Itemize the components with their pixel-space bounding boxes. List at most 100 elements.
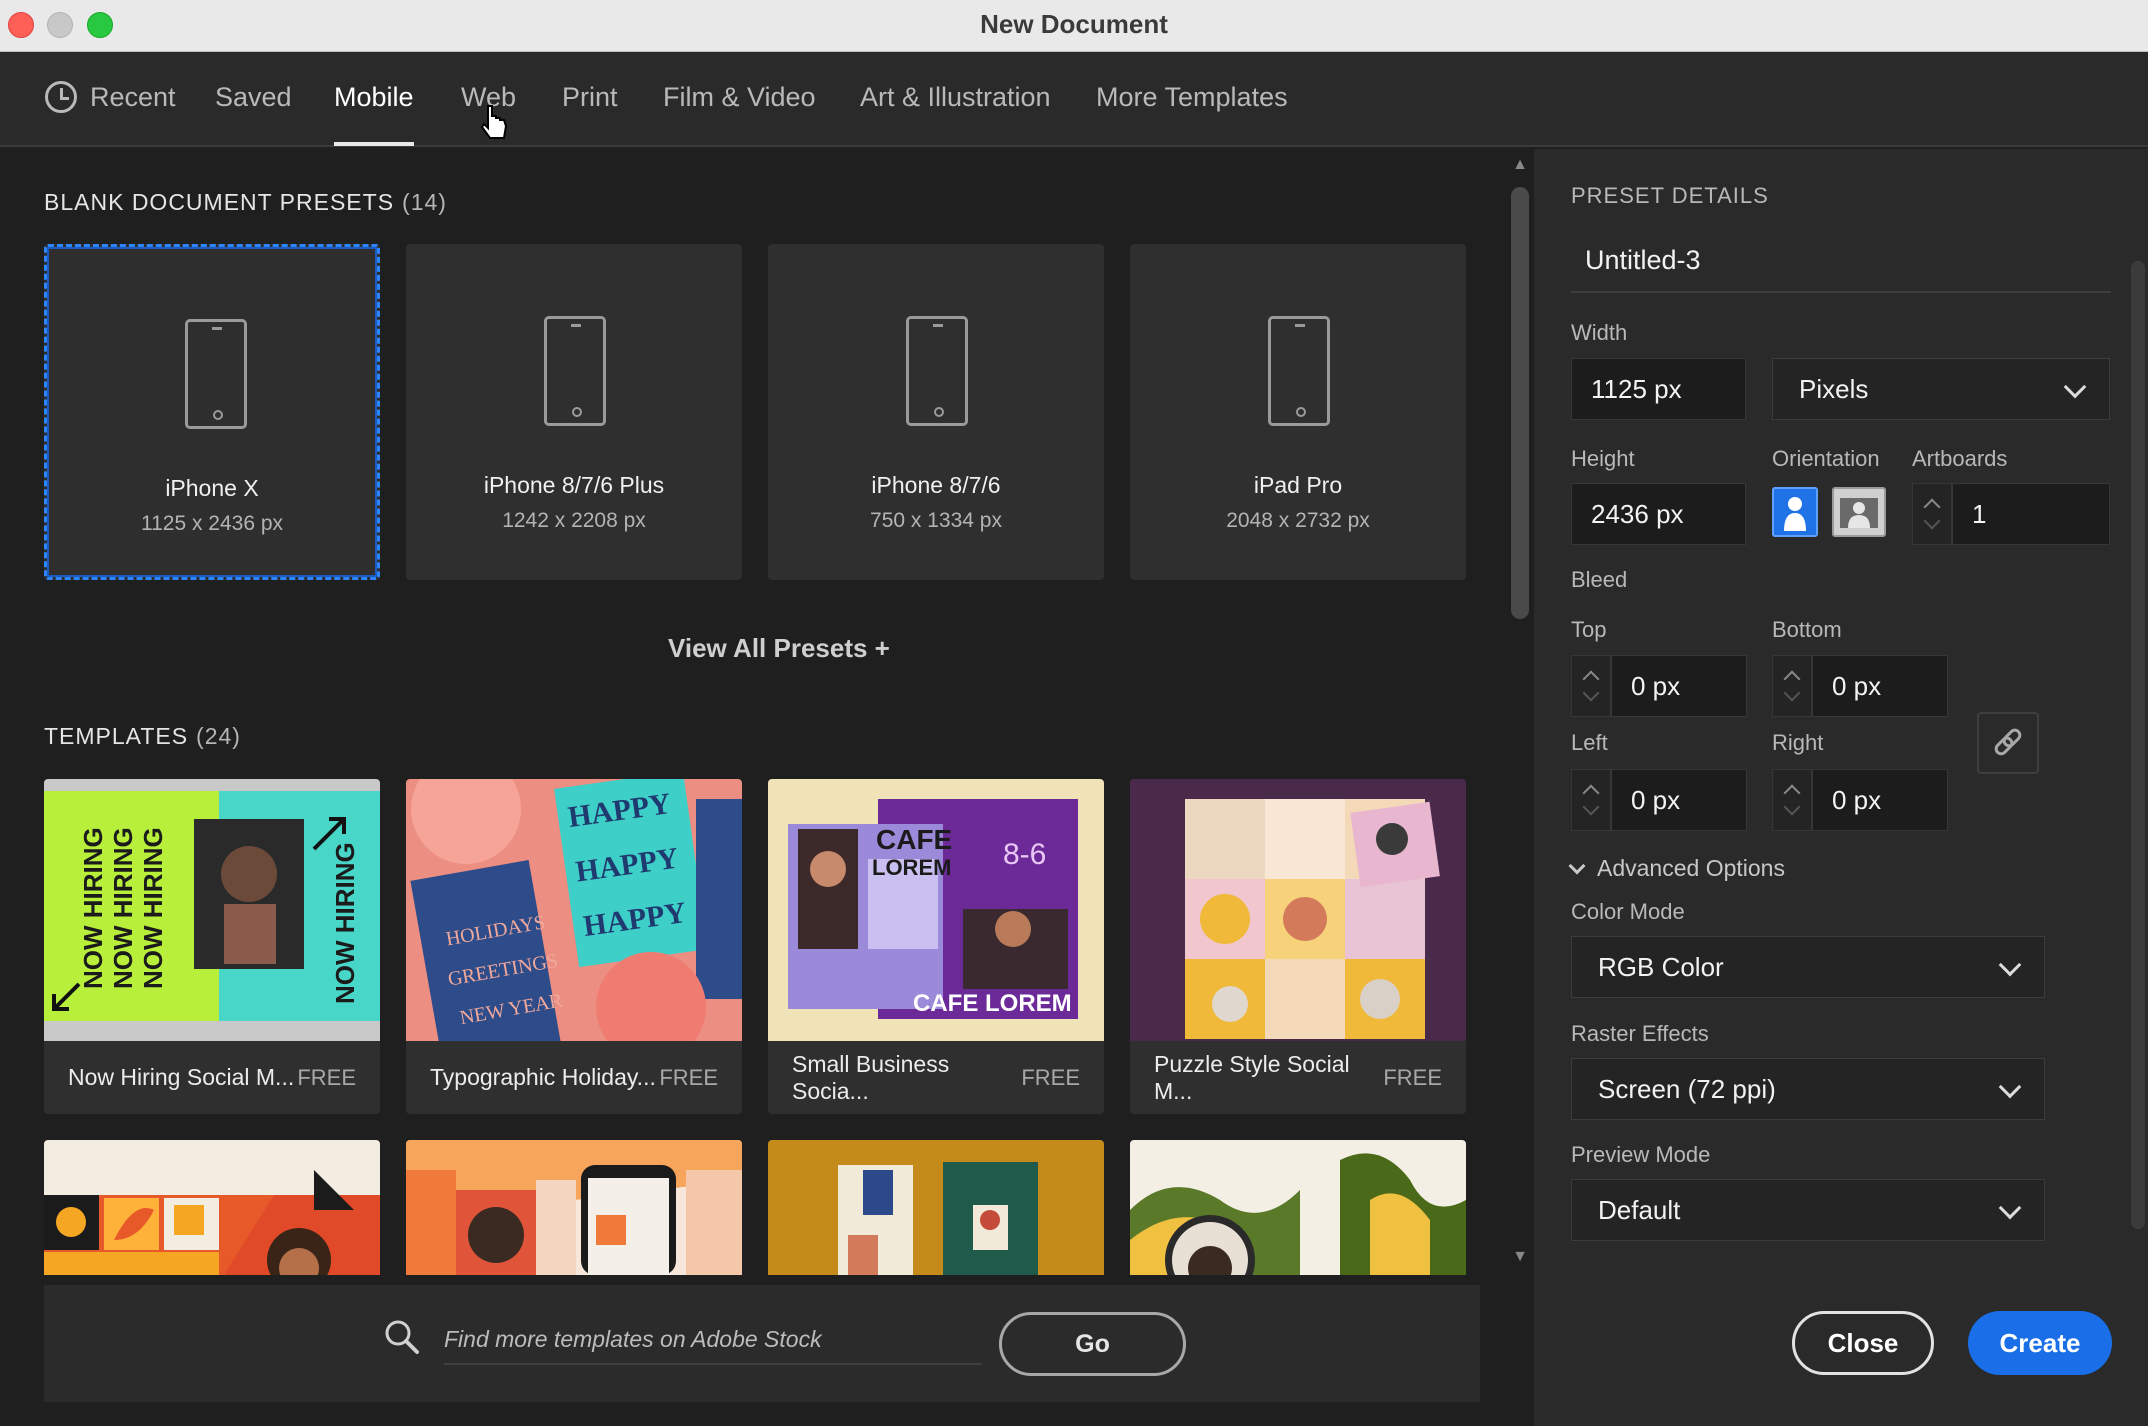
- templates-heading: TEMPLATES (24): [44, 723, 241, 749]
- tab-print[interactable]: Print: [562, 82, 618, 113]
- bleed-top-field[interactable]: 0 px: [1611, 655, 1747, 717]
- preset-details-heading: PRESET DETAILS: [1571, 183, 1769, 208]
- scroll-down-icon[interactable]: ▼: [1512, 1249, 1528, 1265]
- preset-card-ipad-pro[interactable]: iPad Pro 2048 x 2732 px: [1130, 244, 1466, 580]
- price-badge: FREE: [659, 1064, 718, 1090]
- scrollbar-thumb[interactable]: [1511, 187, 1529, 619]
- svg-text:CAFE: CAFE: [876, 824, 952, 855]
- template-card-partial[interactable]: [406, 1140, 742, 1275]
- price-badge: FREE: [297, 1064, 356, 1090]
- artboards-field[interactable]: 1: [1952, 483, 2110, 545]
- artboards-stepper[interactable]: [1912, 483, 1952, 545]
- template-card-partial[interactable]: [44, 1140, 380, 1275]
- preset-name: iPad Pro: [1253, 472, 1343, 498]
- units-select[interactable]: Pixels: [1772, 358, 2110, 420]
- svg-text:NOW HIRING: NOW HIRING: [330, 842, 360, 1004]
- bleed-label: Bleed: [1571, 567, 1628, 592]
- preset-card-iphone-8[interactable]: iPhone 8/7/6 750 x 1334 px: [768, 244, 1104, 580]
- template-name: Typographic Holiday...: [430, 1064, 656, 1090]
- view-all-presets-link[interactable]: View All Presets +: [668, 633, 890, 664]
- color-mode-select[interactable]: RGB Color: [1571, 936, 2045, 998]
- units-value: Pixels: [1799, 374, 1869, 404]
- chevron-down-icon: [1568, 857, 1586, 875]
- svg-text:NOW HIRING: NOW HIRING: [108, 827, 138, 989]
- bleed-right-stepper[interactable]: [1772, 769, 1812, 831]
- template-caption: Typographic Holiday... FREE: [406, 1041, 742, 1114]
- link-icon: [1994, 728, 2022, 756]
- bleed-top-stepper[interactable]: [1571, 655, 1611, 717]
- height-field[interactable]: 2436 px: [1571, 483, 1746, 545]
- bleed-right-field[interactable]: 0 px: [1812, 769, 1948, 831]
- create-button[interactable]: Create: [1968, 1311, 2112, 1375]
- preview-mode-value: Default: [1598, 1195, 1681, 1225]
- scrollbar-thumb[interactable]: [2131, 261, 2145, 1229]
- presets-scrollbar[interactable]: ▲ ▼: [1508, 149, 1534, 1274]
- bleed-bottom-field[interactable]: 0 px: [1812, 655, 1948, 717]
- template-caption: Now Hiring Social M... FREE: [44, 1041, 380, 1114]
- svg-text:NOW HIRING: NOW HIRING: [78, 827, 108, 989]
- template-card-partial[interactable]: [768, 1140, 1104, 1275]
- preset-size: 750 x 1334 px: [870, 509, 1002, 532]
- document-name-input[interactable]: [1571, 229, 2111, 293]
- template-card-typographic-holiday[interactable]: HAPPY HAPPY HAPPY HOLIDAYS GREETINGS NEW…: [406, 779, 742, 1114]
- preview-mode-label: Preview Mode: [1571, 1142, 1711, 1167]
- close-button[interactable]: Close: [1792, 1311, 1934, 1375]
- tab-art-illustration[interactable]: Art & Illustration: [860, 82, 1051, 113]
- tab-film-video[interactable]: Film & Video: [663, 82, 816, 113]
- clock-icon[interactable]: [45, 81, 77, 113]
- artboards-label: Artboards: [1912, 446, 2008, 471]
- chevron-down-icon: [1998, 1075, 2022, 1099]
- portrait-person-icon: [1784, 497, 1806, 531]
- template-name: Now Hiring Social M...: [68, 1064, 295, 1090]
- preset-card-iphone-x[interactable]: iPhone X 1125 x 2436 px: [44, 244, 380, 580]
- bleed-top-label: Top: [1571, 617, 1607, 642]
- tab-recent[interactable]: Recent: [90, 82, 176, 113]
- link-bleed-button[interactable]: [1977, 712, 2039, 774]
- preset-size: 1125 x 2436 px: [140, 512, 284, 535]
- template-caption: Puzzle Style Social M... FREE: [1130, 1041, 1466, 1114]
- orientation-label: Orientation: [1772, 446, 1880, 471]
- preview-mode-select[interactable]: Default: [1571, 1179, 2045, 1241]
- raster-effects-select[interactable]: Screen (72 ppi): [1571, 1058, 2045, 1120]
- go-button[interactable]: Go: [999, 1312, 1186, 1376]
- stock-search-input[interactable]: [444, 1315, 982, 1365]
- template-card-partial[interactable]: [1130, 1140, 1466, 1275]
- blank-presets-heading: BLANK DOCUMENT PRESETS (14): [44, 189, 447, 215]
- window-title: New Document: [980, 9, 1168, 39]
- color-mode-label: Color Mode: [1571, 899, 1685, 924]
- raster-effects-value: Screen (72 ppi): [1598, 1074, 1776, 1104]
- template-card-now-hiring[interactable]: NOW HIRING NOW HIRING NOW HIRING NOW HIR…: [44, 779, 380, 1114]
- details-scrollbar[interactable]: [2128, 231, 2148, 1271]
- preset-name: iPhone 8/7/6: [871, 472, 1001, 498]
- landscape-orientation-button[interactable]: [1832, 487, 1886, 537]
- chevron-down-icon: [1998, 953, 2022, 977]
- raster-effects-label: Raster Effects: [1571, 1021, 1709, 1046]
- portrait-orientation-button[interactable]: [1772, 487, 1818, 537]
- phone-icon: [544, 316, 606, 426]
- bleed-bottom-stepper[interactable]: [1772, 655, 1812, 717]
- template-thumbnail: HAPPY HAPPY HAPPY HOLIDAYS GREETINGS NEW…: [406, 779, 742, 1041]
- bleed-left-field[interactable]: 0 px: [1611, 769, 1747, 831]
- width-field[interactable]: 1125 px: [1571, 358, 1746, 420]
- preset-name: iPhone X: [165, 475, 259, 501]
- template-thumbnail: [1130, 779, 1466, 1041]
- template-card-puzzle-style[interactable]: Puzzle Style Social M... FREE: [1130, 779, 1466, 1114]
- phone-icon: [906, 316, 968, 426]
- advanced-options-toggle[interactable]: Advanced Options: [1568, 855, 1785, 882]
- preset-size: 1242 x 2208 px: [502, 509, 646, 532]
- height-label: Height: [1571, 446, 1635, 471]
- presets-pane: BLANK DOCUMENT PRESETS (14) iPhone X 1125…: [0, 149, 1508, 1426]
- template-card-small-business[interactable]: CAFE LOREM 8-6 CAFE LOREM Small Business…: [768, 779, 1104, 1114]
- template-name: Small Business Socia...: [792, 1050, 950, 1104]
- tab-mobile[interactable]: Mobile: [334, 82, 414, 113]
- scroll-up-icon[interactable]: ▲: [1512, 157, 1528, 173]
- price-badge: FREE: [1383, 1064, 1442, 1090]
- tab-saved[interactable]: Saved: [215, 82, 292, 113]
- bleed-left-stepper[interactable]: [1571, 769, 1611, 831]
- preset-card-iphone-8-plus[interactable]: iPhone 8/7/6 Plus 1242 x 2208 px: [406, 244, 742, 580]
- preset-details-panel: PRESET DETAILS Width 1125 px Pixels Heig…: [1534, 149, 2148, 1426]
- tab-more-templates[interactable]: More Templates: [1096, 82, 1288, 113]
- chevron-down-icon: [1998, 1196, 2022, 1220]
- preset-size: 2048 x 2732 px: [1226, 509, 1370, 532]
- stock-search-bar: Go: [44, 1285, 1480, 1402]
